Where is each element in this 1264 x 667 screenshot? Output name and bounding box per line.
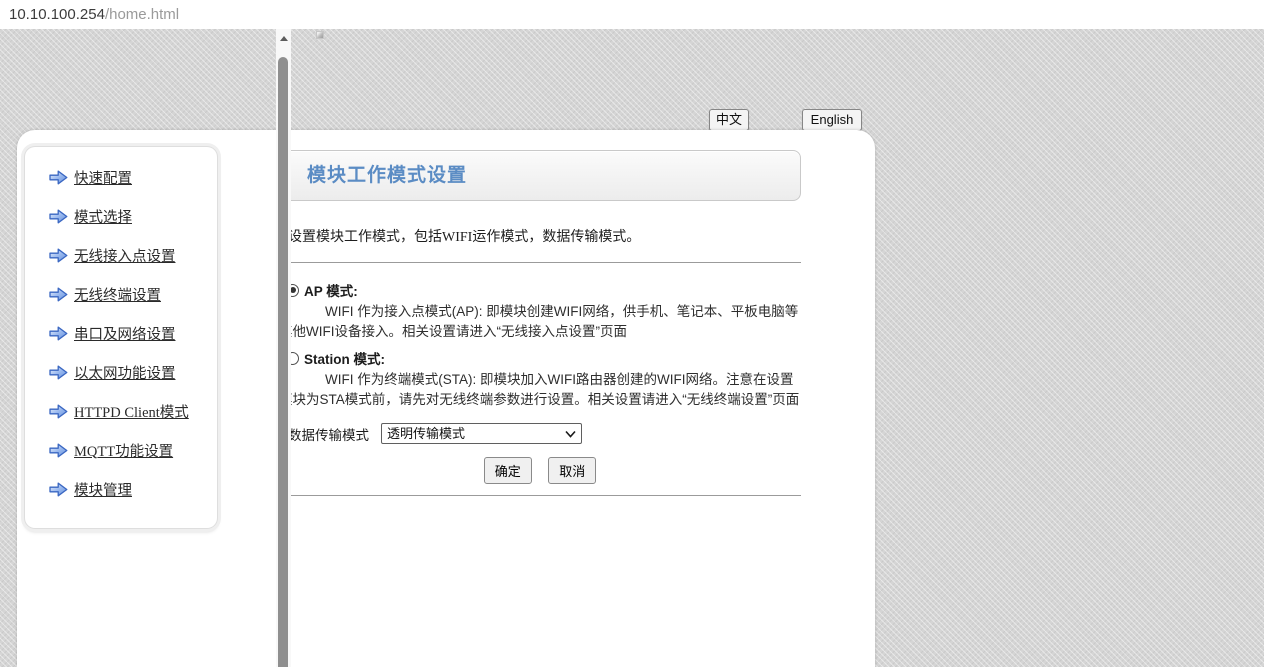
blue-arrow-icon xyxy=(49,326,68,341)
confirm-button[interactable]: 确定 xyxy=(484,457,532,484)
transfer-mode-value: 透明传输模式 xyxy=(387,424,465,443)
sidebar-item-label[interactable]: 快速配置 xyxy=(74,167,132,188)
blue-arrow-icon xyxy=(49,404,68,419)
page-url: 10.10.100.254/home.html xyxy=(9,0,179,29)
blue-arrow-icon xyxy=(49,209,68,224)
blue-arrow-icon xyxy=(49,443,68,458)
blue-arrow-icon xyxy=(49,365,68,380)
divider-top xyxy=(279,262,801,263)
sidebar-item-4[interactable]: 串口及网络设置 xyxy=(49,322,217,344)
sidebar-item-label[interactable]: 无线终端设置 xyxy=(74,284,161,305)
sidebar-item-7[interactable]: MQTT功能设置 xyxy=(49,439,217,461)
url-path: /home.html xyxy=(105,6,179,23)
section-header: 模块工作模式设置 xyxy=(279,150,801,201)
transfer-mode-select[interactable]: 透明传输模式 xyxy=(381,423,582,444)
ap-mode-description: WIFI 作为接入点模式(AP): 即模块创建WIFI网络，供手机、笔记本、平板… xyxy=(279,302,801,342)
sidebar-menu: 快速配置模式选择无线接入点设置无线终端设置串口及网络设置以太网功能设置 HTTPD… xyxy=(25,147,217,528)
station-mode-description: WIFI 作为终端模式(STA): 即模块加入WIFI路由器创建的WIFI网络。… xyxy=(279,370,801,410)
up-arrow-icon xyxy=(280,36,288,41)
section-description: 设置模块工作模式，包括WIFI运作模式，数据传输模式。 xyxy=(279,226,801,246)
page-title: 模块工作模式设置 xyxy=(280,151,800,200)
sidebar-item-6[interactable]: HTTPD Client模式 xyxy=(49,400,217,422)
blue-arrow-icon xyxy=(49,287,68,302)
sidebar-item-label[interactable]: 串口及网络设置 xyxy=(74,323,176,344)
language-english-button[interactable]: English xyxy=(802,109,862,131)
sidebar-item-label[interactable]: 模块管理 xyxy=(74,479,132,500)
url-host: 10.10.100.254 xyxy=(9,6,105,23)
language-chinese-button[interactable]: 中文 xyxy=(709,109,749,131)
station-mode-row: Station 模式: xyxy=(279,348,801,368)
sidebar-item-1[interactable]: 模式选择 xyxy=(49,205,217,227)
sidebar-item-0[interactable]: 快速配置 xyxy=(49,166,217,188)
sidebar-item-label[interactable]: MQTT功能设置 xyxy=(74,440,173,461)
ap-mode-row: AP 模式: xyxy=(279,280,801,300)
blue-arrow-icon xyxy=(49,170,68,185)
sidebar-item-2[interactable]: 无线接入点设置 xyxy=(49,244,217,266)
transfer-mode-label: 数据传输模式 xyxy=(288,424,369,444)
station-mode-label: Station 模式: xyxy=(304,348,385,368)
blue-arrow-icon xyxy=(49,482,68,497)
page-background: 中文 English 快速配置模式选择无线接入点设置无线终端设置串口及网络设置以… xyxy=(0,29,1264,667)
browser-url-bar: 10.10.100.254/home.html xyxy=(0,0,1264,29)
scrollbar-thumb[interactable] xyxy=(278,57,288,667)
sidebar-item-label[interactable]: HTTPD Client模式 xyxy=(74,401,189,422)
sidebar-item-8[interactable]: 模块管理 xyxy=(49,478,217,500)
sidebar-item-3[interactable]: 无线终端设置 xyxy=(49,283,217,305)
divider-bottom xyxy=(279,495,801,496)
sidebar-item-5[interactable]: 以太网功能设置 xyxy=(49,361,217,383)
transfer-mode-row: 数据传输模式 透明传输模式 xyxy=(279,423,801,444)
form-actions: 确定 取消 xyxy=(279,457,801,484)
content-sheet: 快速配置模式选择无线接入点设置无线终端设置串口及网络设置以太网功能设置 HTTPD… xyxy=(17,130,875,667)
cancel-button[interactable]: 取消 xyxy=(548,457,596,484)
blue-arrow-icon xyxy=(49,248,68,263)
sidebar-item-label[interactable]: 以太网功能设置 xyxy=(74,362,176,383)
sidebar-item-label[interactable]: 无线接入点设置 xyxy=(74,245,176,266)
sidebar-item-label[interactable]: 模式选择 xyxy=(74,206,132,227)
chevron-down-icon xyxy=(565,430,576,438)
corner-grip-icon xyxy=(316,31,324,39)
scrollbar-up-button[interactable] xyxy=(276,29,291,47)
ap-mode-label: AP 模式: xyxy=(304,280,358,300)
main-settings-area: 模块工作模式设置 设置模块工作模式，包括WIFI运作模式，数据传输模式。 AP … xyxy=(279,130,801,496)
vertical-scrollbar[interactable] xyxy=(276,29,291,667)
